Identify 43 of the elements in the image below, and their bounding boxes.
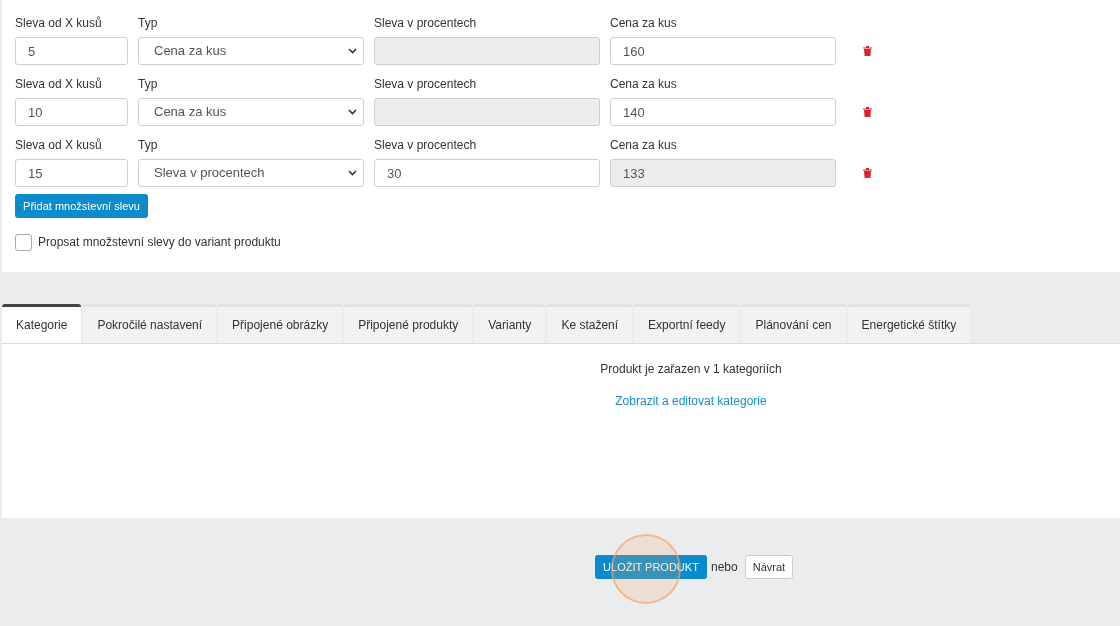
field-label: Typ: [138, 76, 159, 91]
field-label: Sleva od X kusů: [15, 137, 103, 152]
input-field[interactable]: 160: [610, 37, 836, 65]
type-select[interactable]: Cena za kus: [138, 37, 364, 65]
back-button[interactable]: Návrat: [744, 555, 794, 579]
tab[interactable]: Plánování cen: [741, 304, 846, 343]
field-label: Sleva od X kusů: [15, 15, 103, 30]
input-field[interactable]: 15: [15, 159, 128, 187]
input-field[interactable]: 140: [610, 98, 836, 126]
chevron-down-icon: [348, 48, 357, 54]
input-field[interactable]: 5: [15, 37, 128, 65]
field-label: Cena za kus: [610, 15, 678, 30]
tab[interactable]: Ke stažení: [547, 304, 633, 343]
chevron-down-icon: [348, 109, 357, 115]
tab[interactable]: Exportní feedy: [634, 304, 740, 343]
trash-icon[interactable]: [863, 107, 872, 117]
input-field[interactable]: 10: [15, 98, 128, 126]
field-label: Sleva v procentech: [374, 137, 478, 152]
tab[interactable]: Energetické štítky: [847, 304, 971, 343]
tab[interactable]: Varianty: [474, 304, 546, 343]
field-label: Typ: [138, 137, 159, 152]
field-label: Sleva v procentech: [374, 76, 478, 91]
field-label: Sleva v procentech: [374, 15, 478, 30]
edit-categories-link[interactable]: Zobrazit a editovat kategorie: [615, 392, 767, 410]
or-text: nebo: [711, 559, 738, 576]
type-select[interactable]: Sleva v procentech: [138, 159, 364, 187]
tab[interactable]: Pokročilé nastavení: [83, 304, 217, 343]
chevron-down-icon: [348, 170, 357, 176]
field-label: Cena za kus: [610, 137, 678, 152]
field-label: Sleva od X kusů: [15, 76, 103, 91]
category-count-text: Produkt je zařazen v 1 kategoriích: [600, 361, 782, 378]
type-select[interactable]: Cena za kus: [138, 98, 364, 126]
checkbox[interactable]: [15, 233, 32, 251]
trash-icon[interactable]: [863, 168, 872, 178]
checkbox-label: Propsat množstevní slevy do variant produktu: [38, 234, 281, 251]
tab[interactable]: Kategorie: [2, 304, 82, 343]
add-discount-button[interactable]: Přidat množstevní slevu: [15, 194, 148, 218]
trash-icon[interactable]: [863, 46, 872, 56]
tab[interactable]: Připojené obrázky: [218, 304, 343, 343]
input-field[interactable]: 30: [374, 159, 600, 187]
field-label: Cena za kus: [610, 76, 678, 91]
tab[interactable]: Připojené produkty: [344, 304, 473, 343]
field-label: Typ: [138, 15, 159, 30]
